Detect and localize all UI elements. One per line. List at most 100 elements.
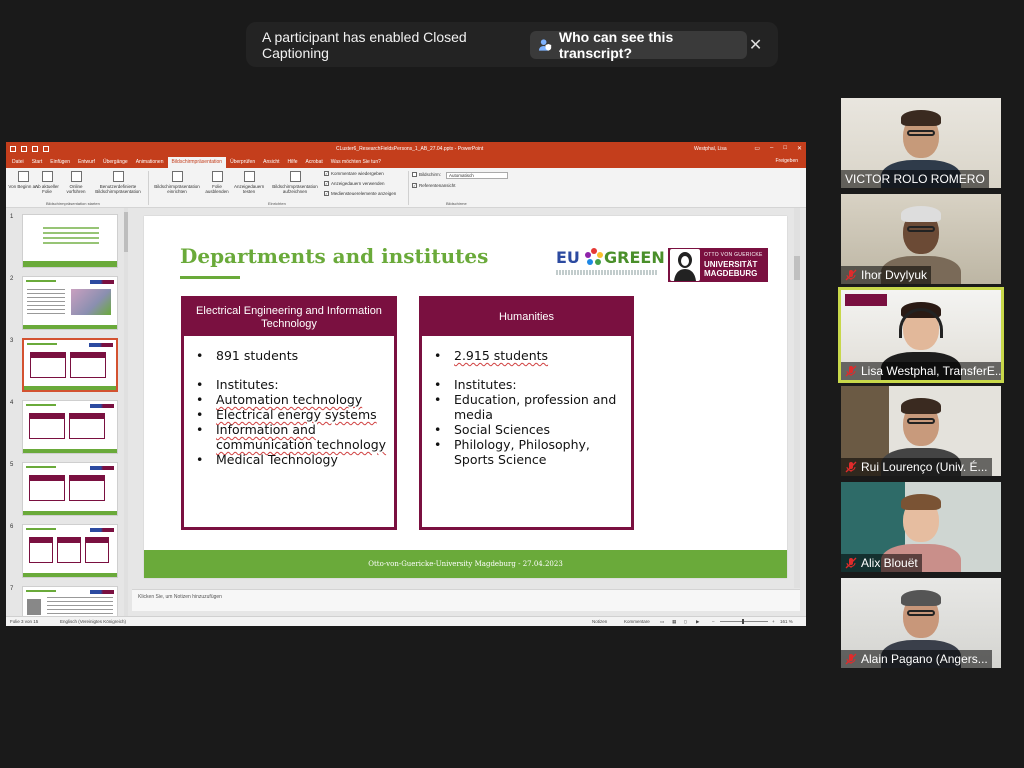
mic-muted-icon (845, 557, 857, 569)
menu-tab-7[interactable]: Überprüfen (226, 157, 259, 168)
participant-tile[interactable]: VICTOR ROLO ROMERO (841, 98, 1001, 188)
zoom-level[interactable]: 161 % (780, 619, 793, 624)
slide-thumbnail-2[interactable]: 2 (8, 276, 126, 332)
maximize-icon[interactable]: □ (783, 145, 787, 152)
monitor-select[interactable]: Automatisch (446, 172, 508, 179)
zoom-slider[interactable] (720, 619, 768, 624)
normal-view-icon[interactable]: ▭ (660, 619, 664, 625)
list-spacer (432, 363, 631, 377)
rehearse-timings-button[interactable]: Anzeigedauern testen (234, 171, 264, 194)
check-timings[interactable]: ✓ Anzeigedauern verwenden (324, 181, 385, 186)
check-comments[interactable]: ✓ Kommentare wiedergeben (324, 171, 384, 176)
thumbnail-number: 7 (10, 586, 14, 592)
menu-tab-8[interactable]: Ansicht (259, 157, 283, 168)
person-hair (901, 494, 941, 510)
slide-scroll-knob[interactable] (794, 256, 800, 280)
thumbnail-preview (22, 586, 118, 616)
thumbnail-number: 1 (10, 214, 14, 220)
ovgu-virtual-background-logo (845, 294, 887, 306)
slide-scrollbar[interactable] (794, 208, 800, 588)
setup-show-button[interactable]: Bildschirmpräsentation einrichten (152, 171, 202, 194)
notes-toggle[interactable]: Notizen (592, 619, 607, 624)
mic-muted-icon (845, 365, 857, 377)
checkbox-checked-icon: ✓ (324, 181, 329, 186)
minimize-icon[interactable]: – (770, 145, 773, 152)
ppt-user-name: Westphal, Lisa (694, 145, 727, 152)
logo-subtitle-lines (556, 270, 658, 275)
slide-thumbnail-1[interactable]: 1 (8, 214, 126, 270)
slide-thumbnail-6[interactable]: 6 (8, 524, 126, 580)
slide-thumbnail-5[interactable]: 5 (8, 462, 126, 518)
monitor-label: Bildschirm: (412, 172, 441, 177)
slide-thumbnail-7[interactable]: 7 (8, 586, 126, 616)
menu-tab-11[interactable]: Was möchten Sie tun? (327, 157, 385, 168)
reading-view-icon[interactable]: ▯ (684, 619, 686, 625)
check-presenter-view[interactable]: ✓ Referentenansicht (412, 183, 456, 188)
menu-tab-2[interactable]: Einfügen (46, 157, 74, 168)
online-present-button[interactable]: Online vorführen (61, 171, 91, 194)
thumbnail-preview (22, 462, 118, 516)
slideshow-icon (17, 171, 29, 182)
participant-name-label: Rui Lourenço (Univ. É... (841, 458, 992, 476)
menu-tab-10[interactable]: Acrobat (302, 157, 327, 168)
participant-tile[interactable]: Lisa Westphal, TransferE... (838, 287, 1004, 383)
menu-tab-6[interactable]: Bildschirmpräsentation (167, 157, 227, 168)
group-start-label: Bildschirmpräsentation starten (46, 201, 100, 206)
thumbnail-number: 4 (10, 400, 14, 406)
from-current-button[interactable]: Ab aktueller Folie (32, 171, 62, 194)
slideshow-view-icon[interactable]: ▶ (696, 619, 699, 625)
card1-institute-item: Information and communication technology (194, 422, 394, 452)
custom-show-button[interactable]: Benutzerdefinierte Bildschirmpräsentatio… (92, 171, 144, 194)
present-icon[interactable] (43, 145, 49, 152)
comments-toggle[interactable]: Kommentare (624, 619, 650, 624)
check-media-controls[interactable]: ✓ Mediensteuerelemente anzeigen (324, 191, 396, 196)
ppt-file-name: CLuster6_ResearchFieldsPersons_1_AB_27.0… (336, 145, 484, 152)
record-icon (289, 171, 301, 182)
thumbnail-number: 6 (10, 524, 14, 530)
zoom-in-icon[interactable]: + (772, 619, 775, 624)
current-slide[interactable]: Departments and institutes EU GREEN OTTO… (144, 216, 787, 578)
participant-tile[interactable]: Alain Pagano (Angers... (841, 578, 1001, 668)
card1-header: Electrical Engineering and Information T… (184, 299, 394, 336)
redo-icon[interactable] (32, 145, 38, 152)
menu-tab-4[interactable]: Übergänge (99, 157, 132, 168)
slide-thumbnail-4[interactable]: 4 (8, 400, 126, 456)
thumbnail-number: 3 (10, 338, 14, 344)
zoom-meeting-window: A participant has enabled Closed Caption… (0, 0, 1024, 768)
participant-tile[interactable]: Rui Lourenço (Univ. É... (841, 386, 1001, 476)
ribbon-options-icon[interactable]: ▭ (754, 145, 760, 152)
slide-editor: Departments and institutes EU GREEN OTTO… (132, 208, 800, 588)
menu-tab-0[interactable]: Datei (8, 157, 28, 168)
zoom-out-icon[interactable]: – (712, 619, 715, 624)
person-hair (901, 206, 941, 222)
quick-access-toolbar (10, 145, 49, 152)
menu-tab-9[interactable]: Hilfe (284, 157, 302, 168)
who-can-see-transcript-button[interactable]: Who can see this transcript? (529, 29, 748, 61)
timer-icon (243, 171, 255, 182)
undo-icon[interactable] (21, 145, 27, 152)
participant-tile[interactable]: Alix Blouët (841, 482, 1001, 572)
notes-pane[interactable]: Klicken Sie, um Notizen hinzuzufügen (132, 589, 800, 611)
ribbon-separator (408, 171, 409, 205)
hide-slide-button[interactable]: Folie ausblenden (202, 171, 232, 194)
save-icon[interactable] (10, 145, 16, 152)
language-indicator[interactable]: Englisch (Vereinigtes Königreich) (60, 619, 126, 624)
menu-tab-5[interactable]: Animationen (132, 157, 168, 168)
slide-thumbnail-3[interactable]: 3 (8, 338, 126, 394)
setup-icon (171, 171, 183, 182)
record-show-button[interactable]: Bildschirmpräsentation aufzeichnen (268, 171, 322, 194)
card1-institute-item: Medical Technology (194, 452, 394, 467)
ppt-ribbon: Von Beginn an Ab aktueller Folie Online … (6, 168, 806, 208)
mic-muted-icon (845, 461, 857, 473)
share-button[interactable]: Freigeben (775, 158, 798, 164)
close-window-icon[interactable]: ✕ (797, 145, 802, 152)
close-icon[interactable]: ✕ (747, 35, 764, 55)
sorter-view-icon[interactable]: ▦ (672, 619, 676, 625)
globe-icon (70, 171, 82, 182)
thumbnail-preview (22, 400, 118, 454)
card2-list: 2.915 students Institutes: Education, pr… (422, 336, 631, 467)
menu-tab-1[interactable]: Start (28, 157, 47, 168)
participant-tile[interactable]: Ihor Dvylyuk (841, 194, 1001, 284)
menu-tab-3[interactable]: Entwurf (74, 157, 99, 168)
glasses-icon (907, 226, 935, 232)
